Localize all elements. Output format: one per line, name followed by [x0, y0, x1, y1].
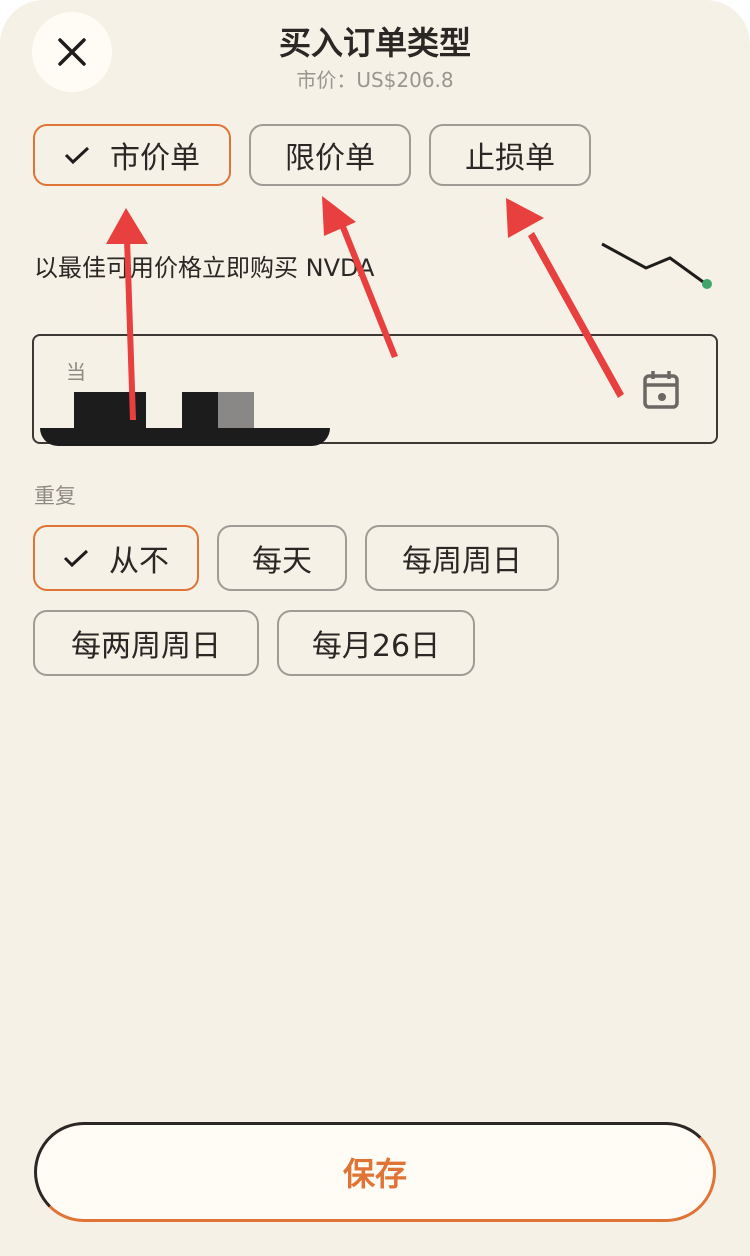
chip-label: 从不: [109, 544, 169, 579]
repeat-daily[interactable]: 每天: [217, 525, 347, 591]
chip-label: 每天: [252, 544, 312, 579]
date-field-label: 当: [66, 360, 86, 384]
order-description: 以最佳可用价格立即购买 NVDA: [34, 254, 375, 282]
chip-label: 每两周周日: [71, 629, 221, 664]
chip-label: 每月26日: [311, 629, 441, 664]
repeat-monthly-26[interactable]: 每月26日: [277, 610, 475, 676]
chip-label: 每周周日: [402, 544, 522, 579]
calendar-icon[interactable]: [642, 370, 680, 410]
market-price: 市价：US$206.8: [296, 68, 454, 92]
repeat-weekly-sunday[interactable]: 每周周日: [365, 525, 559, 591]
date-field[interactable]: 当: [32, 334, 718, 446]
order-type-market[interactable]: 市价单: [33, 124, 231, 186]
page-title: 买入订单类型: [278, 24, 471, 62]
repeat-label: 重复: [34, 484, 76, 508]
check-icon: [64, 145, 90, 165]
order-type-limit[interactable]: 限价单: [249, 124, 411, 186]
repeat-never[interactable]: 从不: [33, 525, 199, 591]
price-sparkline: [601, 242, 712, 289]
order-type-sheet: 买入订单类型 市价：US$206.8 市价单 限价单 止损单 以最佳可用价格立即…: [0, 0, 750, 1256]
chip-label: 止损单: [465, 141, 555, 176]
save-button[interactable]: 保存: [34, 1122, 716, 1222]
order-type-stop[interactable]: 止损单: [429, 124, 591, 186]
chip-label: 限价单: [285, 141, 375, 176]
check-icon: [63, 548, 89, 568]
chip-label: 市价单: [110, 141, 200, 176]
repeat-biweekly-sunday[interactable]: 每两周周日: [33, 610, 259, 676]
redaction-mark: [40, 428, 330, 446]
